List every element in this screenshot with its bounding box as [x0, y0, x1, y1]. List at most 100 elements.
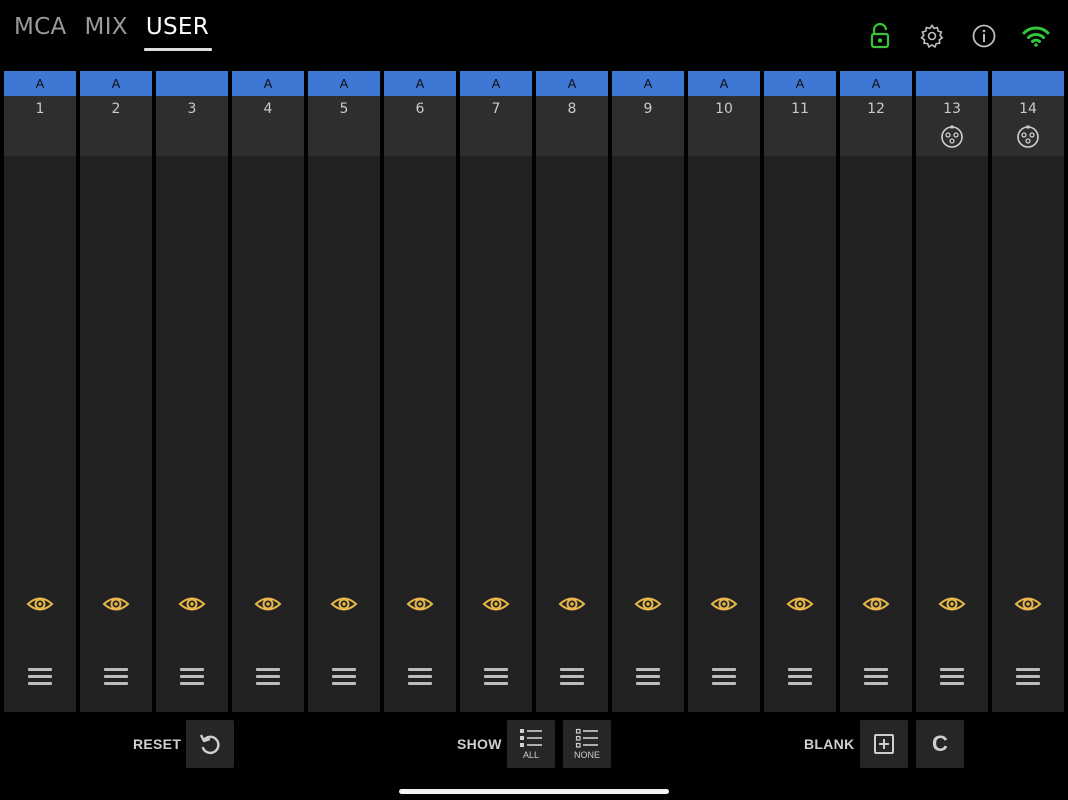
show-all-button[interactable]: ALL [507, 720, 555, 768]
top-toolbar [864, 20, 1052, 52]
drag-handle-icon[interactable] [636, 668, 660, 688]
eye-icon[interactable] [938, 593, 966, 615]
drag-handle-icon[interactable] [788, 668, 812, 688]
channel-group-label: A [308, 71, 380, 96]
channel-strip[interactable]: A4 [232, 71, 304, 712]
channel-group-label [156, 71, 228, 96]
channel-strip[interactable]: A2 [80, 71, 152, 712]
channel-strip[interactable]: 13 [916, 71, 988, 712]
drag-handle-icon[interactable] [560, 668, 584, 688]
eye-icon[interactable] [26, 593, 54, 615]
drag-handle-icon[interactable] [28, 668, 52, 688]
channel-number: 9 [643, 101, 653, 117]
channel-number-box: 5 [308, 96, 380, 156]
drag-handle-icon[interactable] [256, 668, 280, 688]
reset-button[interactable] [186, 720, 234, 768]
list-outline-icon [575, 728, 598, 748]
add-blank-button[interactable] [860, 720, 908, 768]
tab-mix[interactable]: MIX [85, 14, 128, 46]
channel-group-label [992, 71, 1064, 96]
show-label: SHOW [457, 736, 502, 752]
channel-number-box: 4 [232, 96, 304, 156]
channel-number-box: 9 [612, 96, 684, 156]
drag-handle-icon[interactable] [180, 668, 204, 688]
drag-handle-icon[interactable] [332, 668, 356, 688]
channel-group-label: A [460, 71, 532, 96]
channel-number-box: 3 [156, 96, 228, 156]
wifi-icon[interactable] [1020, 20, 1052, 52]
channel-group-label: A [764, 71, 836, 96]
drag-handle-icon[interactable] [940, 668, 964, 688]
eye-icon[interactable] [330, 593, 358, 615]
channel-number: 4 [263, 101, 273, 117]
channel-number: 5 [339, 101, 349, 117]
info-icon[interactable] [968, 20, 1000, 52]
bottom-toolbar: RESET SHOW ALL NONE BLANK C [0, 720, 1068, 770]
channel-number: 3 [187, 101, 197, 117]
eye-icon[interactable] [178, 593, 206, 615]
xlr-connector-icon [941, 125, 963, 148]
eye-icon[interactable] [1014, 593, 1042, 615]
drag-handle-icon[interactable] [864, 668, 888, 688]
drag-handle-icon[interactable] [104, 668, 128, 688]
clear-button[interactable]: C [916, 720, 964, 768]
drag-handle-icon[interactable] [484, 668, 508, 688]
channel-strip[interactable]: A8 [536, 71, 608, 712]
tab-bar: MCA MIX USER [14, 14, 213, 51]
eye-icon[interactable] [254, 593, 282, 615]
channel-number-box: 7 [460, 96, 532, 156]
channel-number: 8 [567, 101, 577, 117]
channel-strip[interactable]: A1 [4, 71, 76, 712]
channel-strip[interactable]: A9 [612, 71, 684, 712]
eye-icon[interactable] [786, 593, 814, 615]
channel-group-label: A [840, 71, 912, 96]
show-none-button[interactable]: NONE [563, 720, 611, 768]
drag-handle-icon[interactable] [408, 668, 432, 688]
eye-icon[interactable] [102, 593, 130, 615]
channel-strip[interactable]: A 11 [764, 71, 836, 712]
tab-user[interactable]: USER [143, 14, 213, 51]
tab-mca[interactable]: MCA [14, 14, 67, 46]
channel-number-box: 2 [80, 96, 152, 156]
channel-number: 7 [491, 101, 501, 117]
channel-strip[interactable]: A 12 [840, 71, 912, 712]
channel-group-label: A [384, 71, 456, 96]
eye-icon[interactable] [482, 593, 510, 615]
drag-handle-icon[interactable] [712, 668, 736, 688]
eye-icon[interactable] [406, 593, 434, 615]
channel-number: 6 [415, 101, 425, 117]
channel-strip[interactable]: A7 [460, 71, 532, 712]
list-icon [520, 729, 542, 747]
channel-group-label: A [4, 71, 76, 96]
channel-number: 10 [715, 101, 733, 117]
channel-strip[interactable]: 3 [156, 71, 228, 712]
channel-number-box: 14 [992, 96, 1064, 156]
channel-number: 12 [867, 101, 885, 117]
channel-group-label: A [232, 71, 304, 96]
channel-strip[interactable]: A5 [308, 71, 380, 712]
eye-icon[interactable] [634, 593, 662, 615]
home-indicator[interactable] [399, 789, 669, 794]
unlock-icon[interactable] [864, 20, 896, 52]
channel-number: 14 [1019, 101, 1037, 117]
gear-icon[interactable] [916, 20, 948, 52]
channel-number-box: 13 [916, 96, 988, 156]
undo-icon [199, 734, 220, 755]
show-none-label: NONE [573, 750, 600, 760]
channel-strip[interactable]: A 10 [688, 71, 760, 712]
eye-icon[interactable] [710, 593, 738, 615]
channel-number: 2 [111, 101, 121, 117]
eye-icon[interactable] [558, 593, 586, 615]
channel-number-box: 11 [764, 96, 836, 156]
show-all-label: ALL [522, 750, 539, 760]
channel-number-box: 12 [840, 96, 912, 156]
channel-strip[interactable]: 14 [992, 71, 1064, 712]
drag-handle-icon[interactable] [1016, 668, 1040, 688]
channel-number: 11 [791, 101, 809, 117]
channel-strip[interactable]: A6 [384, 71, 456, 712]
channel-group-label [916, 71, 988, 96]
channel-group-label: A [612, 71, 684, 96]
channel-group-label: A [536, 71, 608, 96]
eye-icon[interactable] [862, 593, 890, 615]
channel-number: 13 [943, 101, 961, 117]
